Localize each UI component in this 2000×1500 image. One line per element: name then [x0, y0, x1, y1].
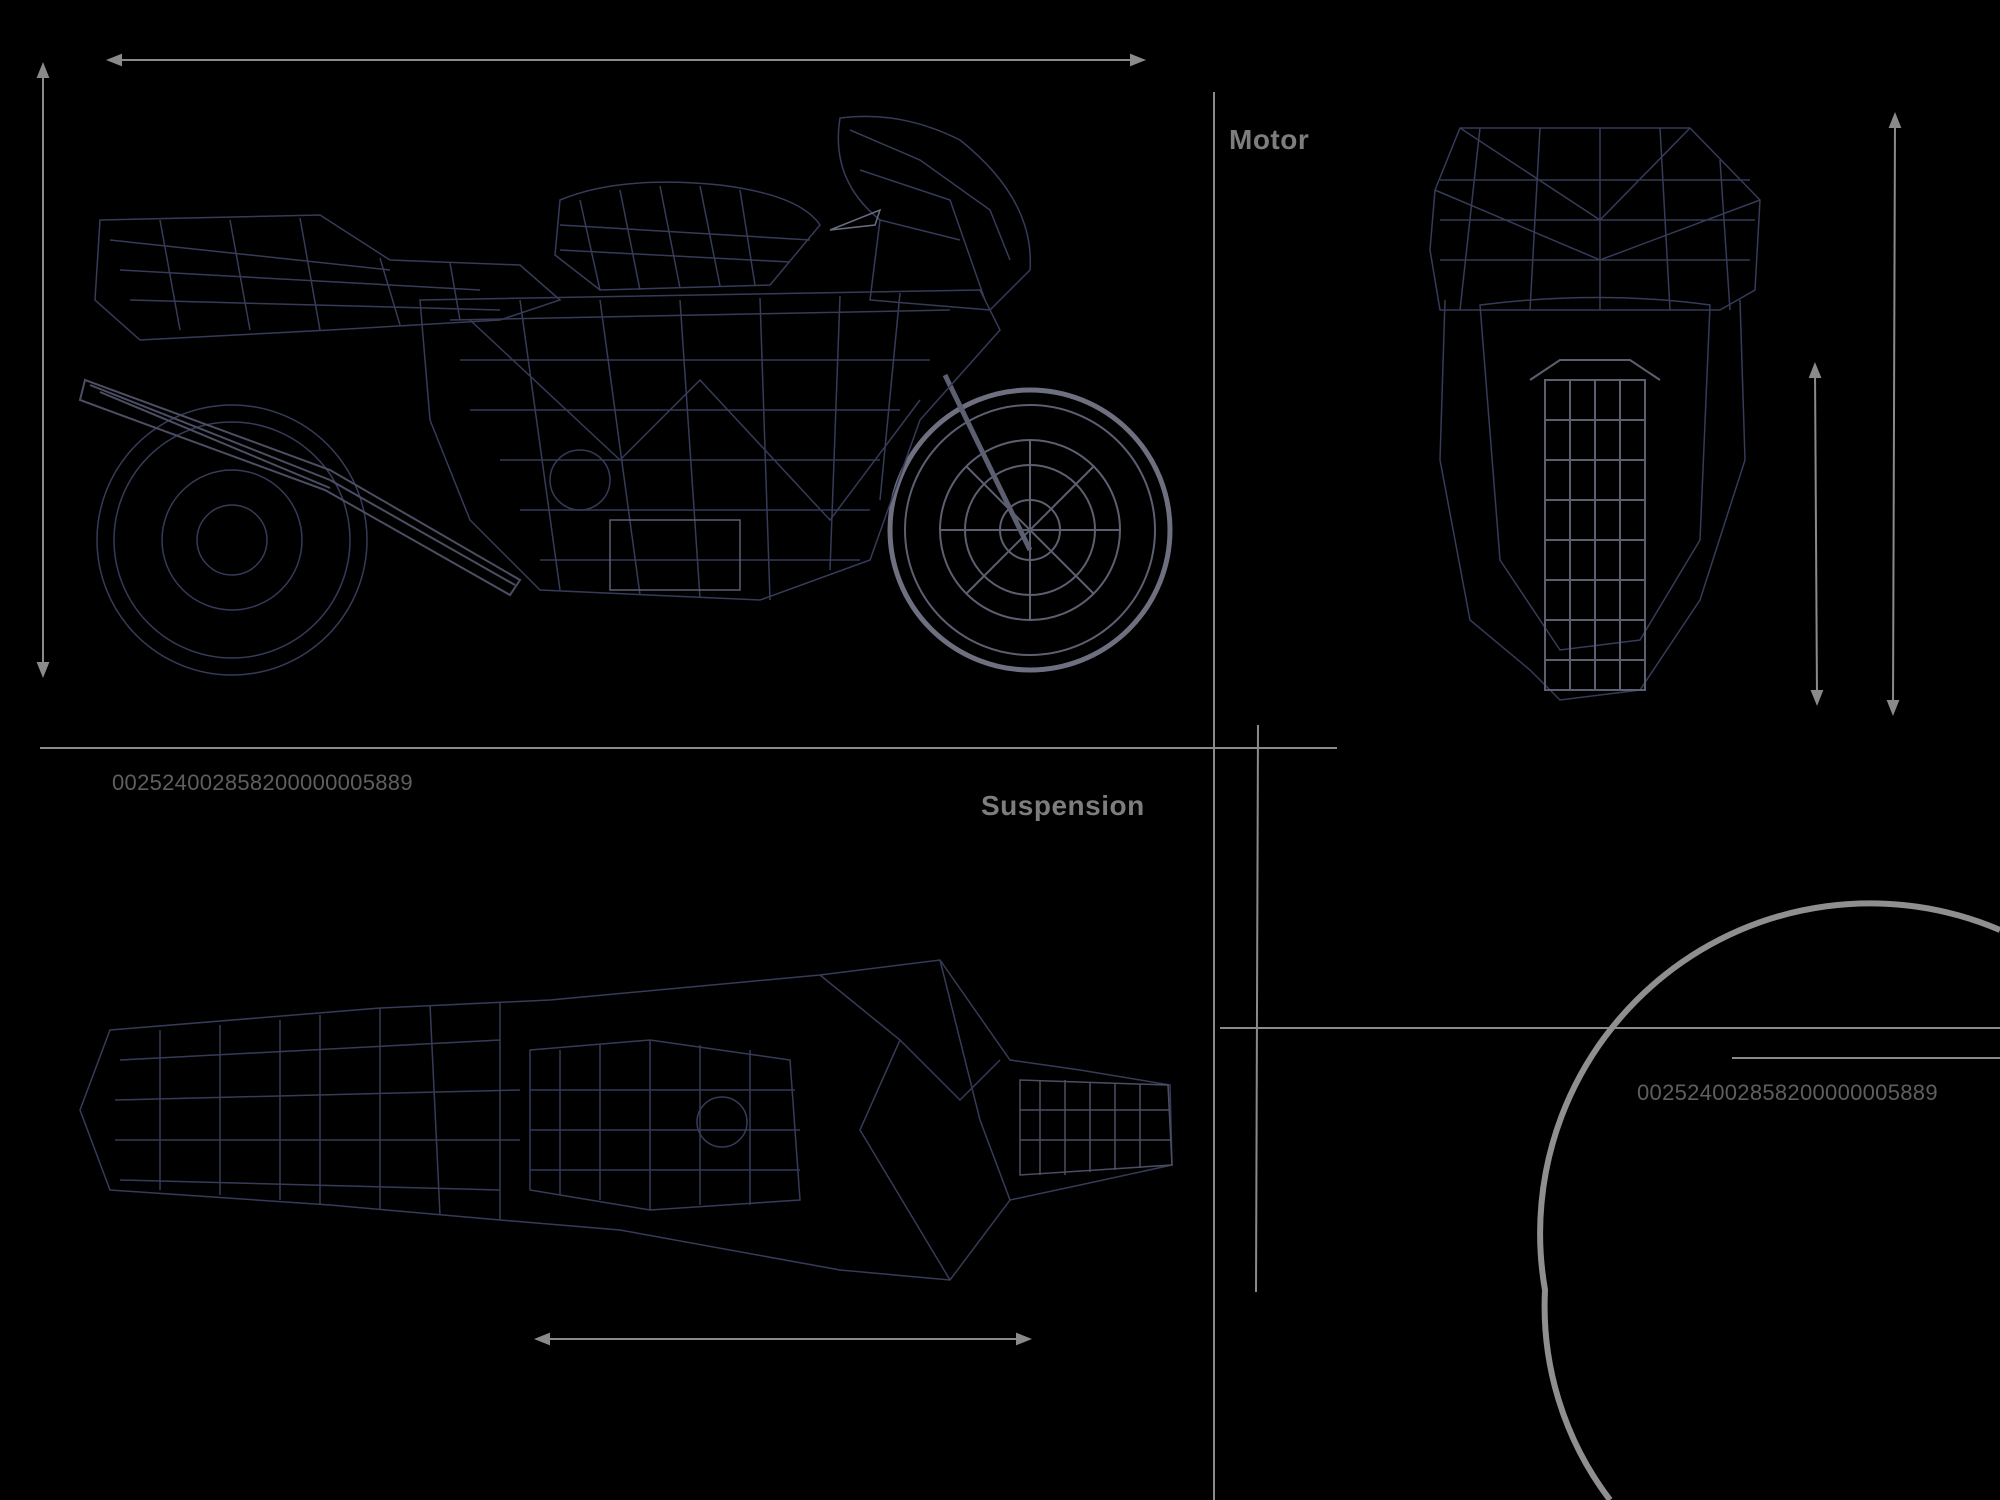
- circle-arc: [1537, 900, 2000, 1500]
- front-wheel-arrow: [1808, 362, 1824, 706]
- vertical-guide: [1255, 724, 1259, 1293]
- side-view-wireframe: [78, 115, 1173, 676]
- suspension-label: Suspension: [981, 790, 1145, 821]
- part-code-bottom: 002524002858200000005889: [1637, 1080, 1938, 1105]
- top-view-wireframe: [79, 959, 1173, 1281]
- front-height-arrow: [1886, 112, 1902, 716]
- motor-label: Motor: [1229, 124, 1310, 155]
- blueprint-canvas: [36, 53, 2000, 1500]
- dimension-arrows: [36, 53, 1902, 1346]
- front-view-wireframe: [1429, 127, 1761, 701]
- part-code-top: 002524002858200000005889: [112, 770, 413, 795]
